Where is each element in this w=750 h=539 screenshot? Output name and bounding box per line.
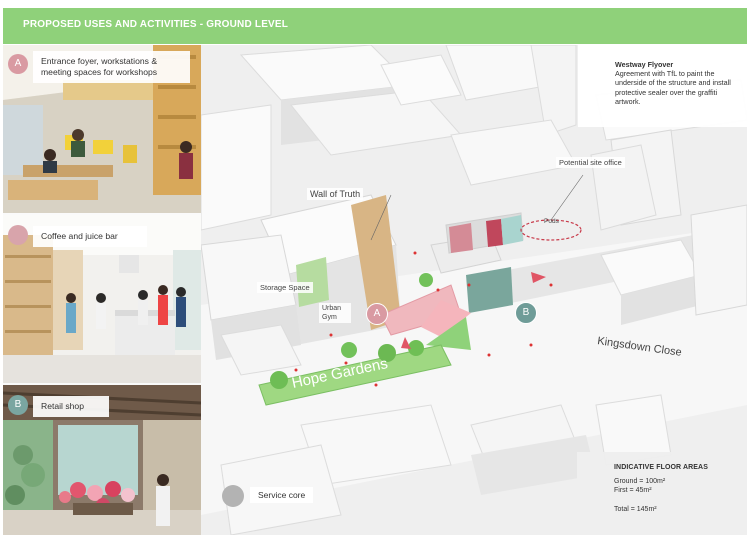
- badge-coffee: [8, 225, 28, 245]
- service-core-icon: [222, 485, 244, 507]
- photo-entrance-foyer: A Entrance foyer, workstations & meeting…: [3, 45, 201, 213]
- label-urban-gym: Urban Gym: [319, 303, 351, 323]
- badge-a: A: [8, 54, 28, 74]
- floor-areas-box: INDICATIVE FLOOR AREAS Ground = 100m² Fi…: [577, 452, 747, 535]
- title-bar: PROPOSED USES AND ACTIVITIES - GROUND LE…: [3, 8, 747, 44]
- caption-coffee-bar: Coffee and juice bar: [33, 226, 147, 247]
- label-pods: Pods: [544, 218, 559, 225]
- photo-retail-shop: B Retail shop: [3, 385, 201, 535]
- label-storage: Storage Space: [257, 282, 313, 293]
- map-badge-a: A: [366, 303, 388, 325]
- map-badge-b: B: [515, 302, 537, 324]
- photo-column: A Entrance foyer, workstations & meeting…: [3, 45, 201, 535]
- floor-area-ground: Ground = 100m²: [614, 478, 666, 485]
- caption-retail-shop: Retail shop: [33, 396, 109, 417]
- label-site-office: Potential site office: [556, 157, 625, 168]
- floor-area-total: Total = 145m²: [614, 506, 657, 513]
- badge-b: B: [8, 395, 28, 415]
- photo-coffee-bar: Coffee and juice bar: [3, 215, 201, 383]
- callout-title: Westway Flyover: [615, 60, 674, 69]
- floor-areas-title: INDICATIVE FLOOR AREAS: [614, 464, 708, 471]
- caption-entrance-foyer: Entrance foyer, workstations & meeting s…: [33, 51, 190, 83]
- floor-area-first: First = 45m²: [614, 487, 652, 494]
- westway-callout: Westway Flyover Agreement with TfL to pa…: [578, 45, 747, 127]
- label-wall-of-truth: Wall of Truth: [307, 188, 364, 200]
- service-core-label: Service core: [250, 487, 314, 503]
- page-title: PROPOSED USES AND ACTIVITIES - GROUND LE…: [23, 19, 289, 30]
- callout-body: Agreement with TfL to paint the undersid…: [615, 69, 731, 106]
